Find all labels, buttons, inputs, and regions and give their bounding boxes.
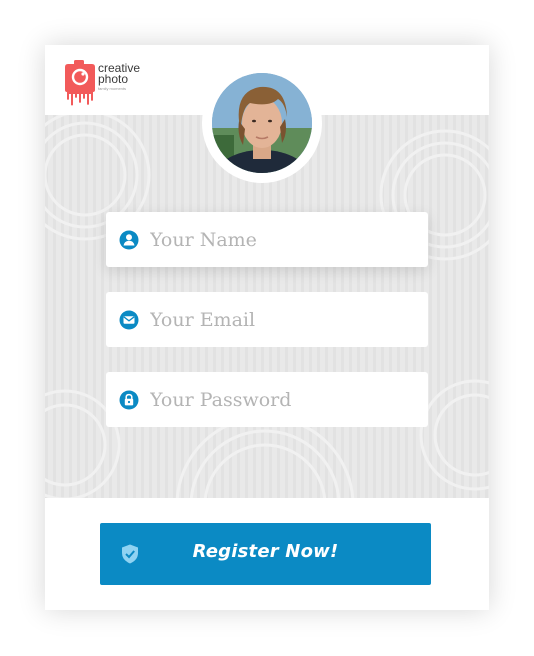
name-field bbox=[106, 212, 428, 267]
camera-logo-icon bbox=[65, 60, 95, 106]
email-field bbox=[106, 292, 428, 347]
password-input[interactable] bbox=[150, 372, 420, 427]
email-input[interactable] bbox=[150, 292, 420, 347]
password-field bbox=[106, 372, 428, 427]
card-footer: Register Now! bbox=[45, 498, 489, 610]
brand-name-line2: photo bbox=[98, 72, 129, 86]
register-card: creative photo family moments Your Name … bbox=[45, 45, 489, 610]
user-photo-icon bbox=[212, 73, 312, 173]
avatar bbox=[212, 73, 312, 173]
register-button-label: Register Now! bbox=[192, 541, 339, 562]
register-button[interactable]: Register Now! bbox=[100, 523, 431, 585]
name-input[interactable] bbox=[150, 212, 420, 267]
envelope-icon bbox=[119, 310, 139, 330]
brand-tagline: family moments bbox=[98, 86, 127, 91]
brand-logo: creative photo family moments bbox=[65, 60, 155, 108]
lock-icon bbox=[119, 390, 139, 410]
user-icon bbox=[119, 230, 139, 250]
avatar-frame bbox=[202, 63, 322, 183]
